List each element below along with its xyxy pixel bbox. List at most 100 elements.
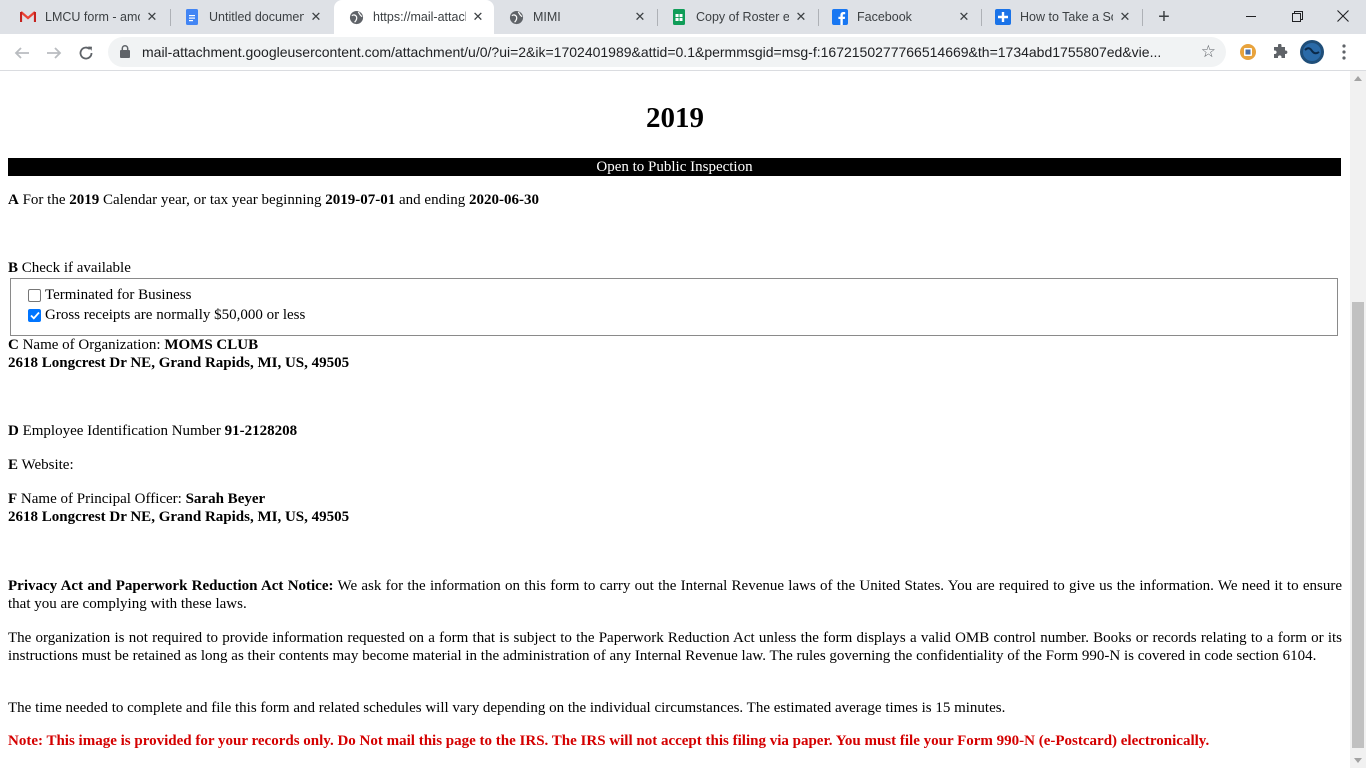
privacy-notice: Privacy Act and Paperwork Reduction Act … — [8, 577, 1342, 613]
scroll-up-arrow-icon[interactable] — [1354, 76, 1362, 81]
gmail-icon — [20, 9, 36, 25]
forward-button[interactable] — [40, 39, 68, 67]
website-label: Website: — [21, 457, 74, 473]
tab-lmcu-form[interactable]: LMCU form - amo ✕ — [6, 0, 168, 34]
address-bar[interactable]: mail-attachment.googleusercontent.com/at… — [108, 37, 1226, 67]
globe-icon — [348, 9, 364, 25]
section-b-label: Check if available — [21, 260, 131, 276]
tab-facebook[interactable]: Facebook ✕ — [818, 0, 980, 34]
principal-officer-name: Sarah Beyer — [185, 491, 266, 507]
org-name-label: Name of Organization: — [22, 337, 161, 353]
tab-title: LMCU form - amo — [45, 10, 140, 24]
section-a-text1: For the — [22, 192, 66, 208]
gross-receipts-option[interactable]: Gross receipts are normally $50,000 or l… — [28, 307, 305, 324]
section-letter: A — [8, 192, 19, 208]
checkmark-icon — [29, 311, 40, 320]
site-icon — [995, 9, 1011, 25]
section-a-text2: Calendar year, or tax year beginning — [103, 192, 322, 208]
section-letter: B — [8, 260, 19, 276]
section-letter: F — [8, 491, 18, 507]
tab-title: How to Take a Scre — [1020, 10, 1113, 24]
tab-copy-of-roster[interactable]: Copy of Roster en ✕ — [657, 0, 817, 34]
terminated-option[interactable]: Terminated for Business — [28, 287, 191, 304]
section-e: E Website: — [8, 457, 74, 474]
menu-kebab-icon[interactable] — [1334, 42, 1354, 62]
forward-arrow-icon — [47, 47, 62, 59]
restore-icon — [1291, 10, 1303, 22]
check-if-available-group: Terminated for Business Gross receipts a… — [10, 278, 1338, 336]
cut-off-heading: ​ — [0, 71, 1350, 81]
tax-year-begin: 2019-07-01 — [325, 192, 396, 208]
facebook-icon — [832, 9, 848, 25]
close-icon[interactable]: ✕ — [632, 9, 648, 25]
extensions-puzzle-icon[interactable] — [1270, 42, 1290, 62]
close-window-button[interactable] — [1320, 0, 1366, 32]
back-arrow-icon — [14, 47, 29, 59]
vertical-scrollbar[interactable] — [1350, 71, 1366, 768]
google-sheets-icon — [671, 9, 687, 25]
tab-mimi[interactable]: MIMI ✕ — [494, 0, 656, 34]
gross-receipts-checkbox[interactable] — [28, 309, 41, 322]
tab-title: Untitled document — [209, 10, 304, 24]
tax-year-end: 2020-06-30 — [468, 192, 539, 208]
privacy-heading: Privacy Act and Paperwork Reduction Act … — [8, 578, 334, 594]
lock-icon[interactable] — [120, 45, 130, 63]
org-name: MOMS CLUB — [164, 337, 259, 353]
new-tab-button[interactable]: + — [1152, 5, 1176, 29]
tab-untitled-document[interactable]: Untitled document ✕ — [170, 0, 332, 34]
close-icon[interactable]: ✕ — [956, 9, 972, 25]
close-icon[interactable]: ✕ — [470, 9, 486, 25]
close-icon[interactable]: ✕ — [1117, 9, 1133, 25]
profile-avatar[interactable] — [1300, 40, 1324, 64]
tab-title: Facebook — [857, 10, 912, 24]
minimize-icon — [1246, 16, 1256, 17]
scroll-down-arrow-icon[interactable] — [1354, 758, 1362, 763]
terminated-checkbox[interactable] — [28, 289, 41, 302]
section-a: A For the 2019 Calendar year, or tax yea… — [8, 192, 539, 209]
tab-title: Copy of Roster en — [696, 10, 789, 24]
time-estimate-notice: The time needed to complete and file thi… — [8, 700, 1006, 716]
public-inspection-banner: Open to Public Inspection — [8, 158, 1341, 176]
ein-label: Employee Identification Number — [22, 423, 221, 439]
bookmark-star-icon[interactable]: ☆ — [1201, 42, 1216, 62]
google-docs-icon — [184, 9, 200, 25]
gross-receipts-label: Gross receipts are normally $50,000 or l… — [45, 307, 306, 323]
document-page: ​ 2019 Open to Public Inspection A For t… — [0, 71, 1350, 768]
principal-officer-label: Name of Principal Officer: — [20, 491, 182, 507]
close-icon[interactable]: ✕ — [144, 9, 160, 25]
scrollbar-thumb[interactable] — [1352, 302, 1364, 748]
browser-toolbar: mail-attachment.googleusercontent.com/at… — [0, 34, 1366, 71]
browser-tab-strip: LMCU form - amo ✕ Untitled document ✕ ht… — [0, 0, 1366, 34]
minimize-button[interactable] — [1228, 0, 1274, 32]
extension-icon[interactable] — [1238, 42, 1258, 62]
section-d: D Employee Identification Number 91-2128… — [8, 423, 297, 440]
close-icon[interactable]: ✕ — [308, 9, 324, 25]
section-b: B Check if available — [8, 260, 131, 277]
back-button[interactable] — [8, 39, 36, 67]
org-address-row: 2618 Longcrest Dr NE, Grand Rapids, MI, … — [8, 355, 349, 372]
globe-icon — [508, 9, 524, 25]
section-letter: E — [8, 457, 19, 473]
tab-mail-attachment[interactable]: https://mail-attach ✕ — [334, 0, 494, 34]
reload-button[interactable] — [72, 39, 100, 67]
ein-value: 91-2128208 — [224, 423, 298, 439]
tax-year-heading: 2019 — [646, 102, 704, 134]
tab-separator — [1142, 9, 1143, 26]
section-letter: D — [8, 423, 19, 439]
section-f: F Name of Principal Officer: Sarah Beyer — [8, 491, 265, 508]
officer-address: 2618 Longcrest Dr NE, Grand Rapids, MI, … — [8, 509, 350, 525]
section-a-text3: and ending — [399, 192, 466, 208]
tab-title: https://mail-attach — [373, 10, 466, 24]
section-c: C Name of Organization: MOMS CLUB — [8, 337, 258, 354]
close-window-icon — [1337, 10, 1349, 22]
section-letter: C — [8, 337, 19, 353]
org-address: 2618 Longcrest Dr NE, Grand Rapids, MI, … — [8, 355, 350, 371]
restore-button[interactable] — [1274, 0, 1320, 32]
close-icon[interactable]: ✕ — [793, 9, 809, 25]
tab-title: MIMI — [533, 10, 561, 24]
paperwork-notice: The organization is not required to prov… — [8, 630, 1342, 664]
tab-how-to-take-screenshot[interactable]: How to Take a Scre ✕ — [981, 0, 1141, 34]
terminated-label: Terminated for Business — [45, 287, 192, 303]
section-a-year: 2019 — [69, 192, 100, 208]
url-text[interactable]: mail-attachment.googleusercontent.com/at… — [142, 44, 1182, 60]
